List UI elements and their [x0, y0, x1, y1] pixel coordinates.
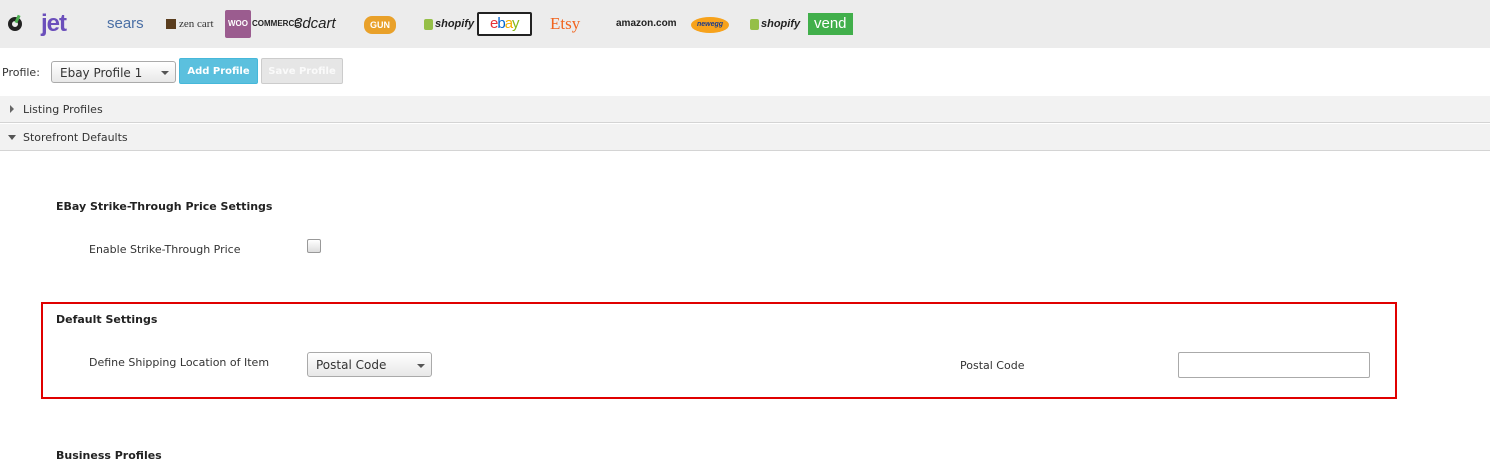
listing-profiles-label: Listing Profiles [23, 103, 103, 116]
shopify-bag-icon [750, 18, 759, 30]
profile-label: Profile: [2, 66, 40, 79]
caret-down-icon [8, 135, 16, 140]
zencart-label: zen cart [179, 18, 214, 30]
woo-label: COMMERCE [252, 19, 300, 28]
shopify-label: shopify [761, 18, 801, 30]
chevron-down-icon [161, 71, 169, 75]
caret-right-icon [10, 105, 14, 113]
zencart-icon [166, 19, 176, 29]
default-settings-title: Default Settings [56, 313, 158, 326]
etsy-logo[interactable]: Etsy [550, 12, 580, 36]
save-profile-button[interactable]: Save Profile [261, 58, 343, 84]
storefront-defaults-header[interactable]: Storefront Defaults [0, 124, 1490, 151]
zencart-logo[interactable]: zen cart [166, 12, 214, 36]
3dcart-logo[interactable]: 3dcart [294, 12, 336, 36]
vend-logo[interactable]: vend [808, 13, 853, 35]
postal-code-input[interactable] [1178, 352, 1370, 378]
ebay-logo[interactable]: ebay [477, 12, 532, 36]
newegg-logo[interactable]: newegg [691, 17, 730, 33]
channel-logo-bar: jet sears zen cart WOO COMMERCE 3dcart GU… [0, 0, 1490, 48]
amazon-logo[interactable]: amazon.com [616, 12, 677, 36]
profile-select-value: Ebay Profile 1 [60, 66, 143, 80]
chevron-down-icon [417, 364, 425, 368]
listing-profiles-header[interactable]: Listing Profiles [0, 96, 1490, 123]
business-profiles-title: Business Profiles [56, 449, 162, 462]
profile-select[interactable]: Ebay Profile 1 [51, 61, 176, 83]
shopify-logo-2[interactable]: shopify [750, 12, 800, 36]
gunbroker-logo[interactable]: GUN [364, 16, 396, 34]
storefront-defaults-label: Storefront Defaults [23, 131, 128, 144]
shipping-location-value: Postal Code [316, 358, 387, 372]
enable-strike-through-label: Enable Strike-Through Price [89, 243, 241, 256]
strike-through-title: EBay Strike-Through Price Settings [56, 200, 273, 213]
sears-logo[interactable]: sears [107, 12, 144, 36]
jet-logo[interactable]: jet [41, 12, 67, 36]
shipping-location-select[interactable]: Postal Code [307, 352, 432, 377]
add-profile-button[interactable]: Add Profile [179, 58, 258, 84]
woo-badge: WOO [225, 10, 251, 38]
shopify-bag-icon [424, 18, 433, 30]
tick-icon [8, 17, 22, 31]
shopify-logo[interactable]: shopify [424, 12, 474, 36]
woocommerce-logo[interactable]: WOO COMMERCE [225, 10, 300, 38]
postal-code-label: Postal Code [960, 359, 1025, 372]
ebay-wordmark: ebay [490, 15, 519, 32]
default-settings-highlight [41, 302, 1397, 399]
shipping-location-label: Define Shipping Location of Item [89, 356, 270, 369]
enable-strike-through-checkbox[interactable] [307, 239, 321, 253]
shopify-label: shopify [435, 18, 475, 30]
